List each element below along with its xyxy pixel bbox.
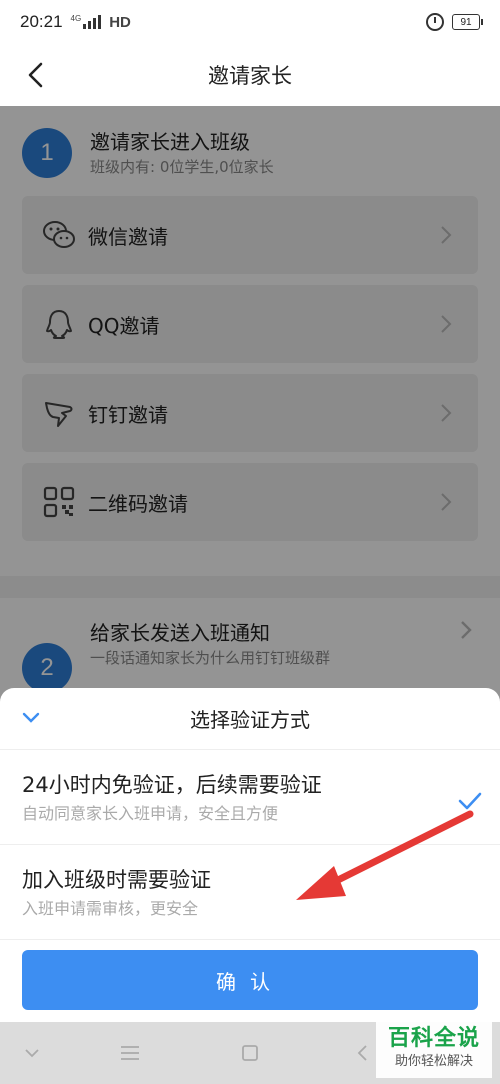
watermark-sub: 助你轻松解决 [394,1054,473,1069]
choice-title: 24小时内免验证，后续需要验证 [22,773,322,797]
battery-icon: 91 [452,14,483,30]
home-icon[interactable] [241,1044,259,1062]
signal-tag: 4G [70,13,82,23]
sheet-header: 选择验证方式 [0,688,500,750]
chevron-down-icon[interactable] [24,1048,40,1058]
menu-icon[interactable] [120,1044,140,1062]
nav-bar: 邀请家长 [0,44,500,106]
status-right: 91 [426,13,483,31]
back-arrow-icon[interactable] [22,60,52,90]
chevron-down-icon[interactable] [22,712,40,724]
sheet-title: 选择验证方式 [190,708,310,732]
status-time: 20:21 [20,12,63,31]
confirm-button[interactable]: 确认 [22,950,478,1010]
back-icon[interactable] [356,1044,368,1062]
status-bar: 20:21 4G HD 91 [0,0,500,44]
watermark-logo: 百科全说 助你轻松解决 [376,1022,492,1078]
watermark-main: 百科全说 [387,1026,480,1051]
signal-icon [83,15,102,29]
page-title: 邀请家长 [208,64,292,88]
red-arrow-annotation [296,810,474,900]
network-label: HD [109,13,131,31]
status-left: 20:21 4G HD [20,12,131,32]
alarm-icon [426,13,444,31]
